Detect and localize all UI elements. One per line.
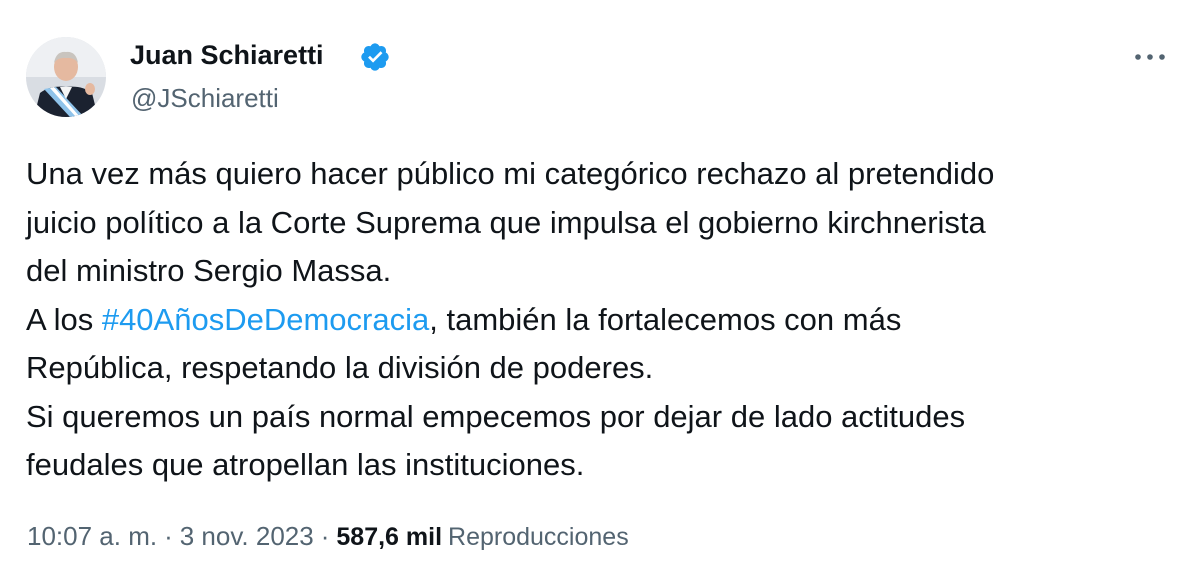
avatar[interactable] xyxy=(26,37,106,117)
tweet-text-fragment: A los xyxy=(26,301,102,337)
views-label[interactable]: Reproducciones xyxy=(448,523,629,552)
meta-separator: · xyxy=(320,521,330,551)
tweet-text-line: República, respetando la división de pod… xyxy=(26,350,654,385)
more-horizontal-icon xyxy=(1135,54,1165,60)
tweet-text-line: del ministro Sergio Massa. xyxy=(26,253,392,288)
meta-separator: · xyxy=(164,521,173,551)
tweet-date[interactable]: 3 nov. 2023 xyxy=(180,521,314,552)
tweet-text-line: feudales que atropellan las institucione… xyxy=(26,447,585,482)
tweet-time[interactable]: 10:07 a. m. xyxy=(27,521,157,552)
tweet-meta: 10:07 a. m. · 3 nov. 2023 · 587,6 mil Re… xyxy=(27,521,629,552)
tweet-text-fragment: , también la fortalecemos con más xyxy=(429,301,902,337)
tweet-text: Una vez más quiero hacer público mi cate… xyxy=(26,150,1176,490)
tweet-text-line: Si queremos un país normal empecemos por… xyxy=(26,398,966,434)
verified-badge-icon xyxy=(361,43,389,71)
author-handle[interactable]: @JSchiaretti xyxy=(131,83,279,114)
more-options-button[interactable] xyxy=(1130,42,1170,72)
tweet-text-line: Una vez más quiero hacer público mi cate… xyxy=(26,156,995,191)
tweet-card: Juan Schiaretti @JSchiaretti Una vez más… xyxy=(0,0,1200,581)
hashtag-link[interactable]: #40AñosDeDemocracia xyxy=(102,302,429,337)
author-name[interactable]: Juan Schiaretti xyxy=(130,40,324,71)
views-count[interactable]: 587,6 mil xyxy=(336,523,442,552)
tweet-text-line-with-hashtag: A los #40AñosDeDemocracia, también la fo… xyxy=(26,296,1176,345)
tweet-text-line: juicio político a la Corte Suprema que i… xyxy=(26,204,986,240)
